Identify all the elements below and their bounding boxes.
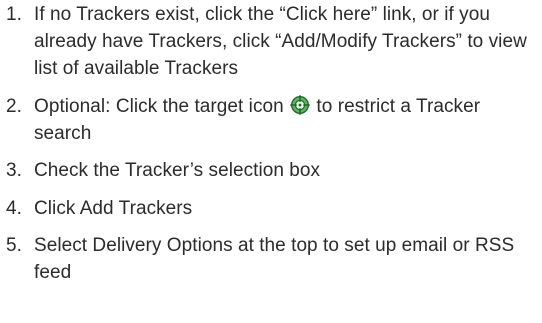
step-number: 4. <box>6 198 22 219</box>
step-number: 5. <box>6 235 22 256</box>
target-icon <box>290 95 311 115</box>
instruction-steps: 1. If no Trackers exist, click the “Clic… <box>0 0 542 286</box>
step-text: If no Trackers exist, click the “Click h… <box>34 4 527 79</box>
step-number: 3. <box>6 160 22 181</box>
step-5: 5. Select Delivery Options at the top to… <box>0 232 542 286</box>
step-2: 2. Optional: Click the target icon to re… <box>0 93 542 147</box>
step-text: Select Delivery Options at the top to se… <box>34 235 515 283</box>
step-text: Click Add Trackers <box>34 198 193 219</box>
step-3: 3. Check the Tracker’s selection box <box>0 157 542 184</box>
step-text: Check the Tracker’s selection box <box>34 160 321 181</box>
step-number: 2. <box>6 96 22 117</box>
step-4: 4. Click Add Trackers <box>0 195 542 222</box>
step-1: 1. If no Trackers exist, click the “Clic… <box>0 1 542 82</box>
step-number: 1. <box>6 4 22 25</box>
step-text-before-icon: Optional: Click the target icon <box>34 96 284 117</box>
